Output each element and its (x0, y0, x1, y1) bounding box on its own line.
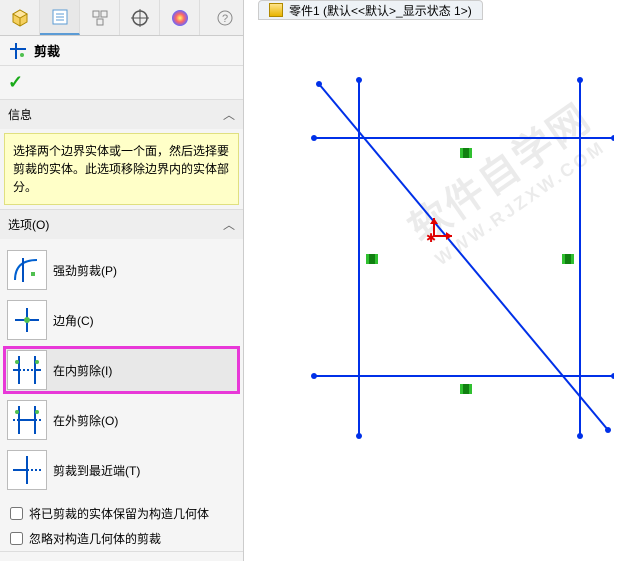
chevron-up-icon: ︿ (223, 106, 235, 123)
trim-inside-icon (7, 350, 47, 390)
document-tab-label: 零件1 (默认<<默认>_显示状态 1>) (289, 2, 472, 19)
panel-tab-4[interactable] (120, 0, 160, 35)
checkbox-label: 忽略对构造几何体的剪裁 (29, 530, 161, 547)
appearance-icon (170, 8, 190, 28)
power-trim-icon (7, 250, 47, 290)
document-tab[interactable]: 零件1 (默认<<默认>_显示状态 1>) (258, 0, 483, 20)
option-label: 边角(C) (53, 312, 238, 329)
checkbox-input[interactable] (10, 507, 23, 520)
info-message: 选择两个边界实体或一个面，然后选择要剪裁的实体。此选项移除边界内的实体部分。 (4, 133, 239, 205)
options-header-label: 选项(O) (8, 216, 49, 233)
option-trim-outside[interactable]: 在外剪除(O) (4, 397, 239, 443)
option-power-trim[interactable]: 强劲剪裁(P) (4, 247, 239, 293)
checkbox-ignore-construction[interactable]: 忽略对构造几何体的剪裁 (0, 526, 243, 551)
tree-icon (90, 8, 110, 28)
feature-title-row: 剪裁 (0, 36, 243, 66)
trim-nearest-icon (7, 450, 47, 490)
property-panel: ? 剪裁 ✓ 信息 ︿ 选择两个边界实体或一个面，然后选择要剪裁的实体。此选项移… (0, 0, 244, 561)
checkbox-keep-as-construction[interactable]: 将已剪裁的实体保留为构造几何体 (0, 501, 243, 526)
option-label: 剪裁到最近端(T) (53, 462, 238, 479)
part-icon (269, 3, 283, 17)
option-label: 强劲剪裁(P) (53, 262, 238, 279)
option-trim-inside[interactable]: 在内剪除(I) (4, 347, 239, 393)
panel-tab-strip: ? (0, 0, 243, 36)
options-list: 强劲剪裁(P) 边角(C) 在内剪除(I) 在外剪除(O) (0, 239, 243, 501)
panel-tab-1[interactable] (0, 0, 40, 35)
options-section-header[interactable]: 选项(O) ︿ (0, 210, 243, 239)
trim-icon (8, 41, 28, 61)
checkbox-input[interactable] (10, 532, 23, 545)
chevron-up-icon: ︿ (223, 216, 235, 233)
sketch-canvas[interactable]: ✱ (274, 26, 614, 456)
options-section: 选项(O) ︿ 强劲剪裁(P) 边角(C) 在内剪除(I) (0, 210, 243, 552)
confirm-row: ✓ (0, 66, 243, 100)
panel-tab-2[interactable] (40, 0, 80, 35)
option-label: 在内剪除(I) (53, 362, 230, 379)
feature-title: 剪裁 (34, 41, 60, 60)
graphics-area[interactable]: 零件1 (默认<<默认>_显示状态 1>) 软件自学网 WWW.RJZXW.CO… (244, 0, 633, 561)
trim-outside-icon (7, 400, 47, 440)
list-icon (50, 7, 70, 27)
panel-tab-5[interactable] (160, 0, 200, 35)
help-icon[interactable]: ? (207, 0, 243, 35)
panel-tab-3[interactable] (80, 0, 120, 35)
cube-icon (10, 8, 30, 28)
checkbox-label: 将已剪裁的实体保留为构造几何体 (29, 505, 209, 522)
corner-icon (7, 300, 47, 340)
confirm-button[interactable]: ✓ (8, 72, 23, 92)
svg-text:✱: ✱ (426, 231, 436, 245)
info-header-label: 信息 (8, 106, 32, 123)
relation-markers (366, 148, 574, 394)
option-trim-nearest[interactable]: 剪裁到最近端(T) (4, 447, 239, 493)
option-label: 在外剪除(O) (53, 412, 238, 429)
option-corner[interactable]: 边角(C) (4, 297, 239, 343)
target-icon (130, 8, 150, 28)
info-section: 信息 ︿ 选择两个边界实体或一个面，然后选择要剪裁的实体。此选项移除边界内的实体… (0, 100, 243, 210)
origin-icon: ✱ (426, 218, 452, 245)
svg-text:?: ? (222, 13, 228, 25)
info-section-header[interactable]: 信息 ︿ (0, 100, 243, 129)
